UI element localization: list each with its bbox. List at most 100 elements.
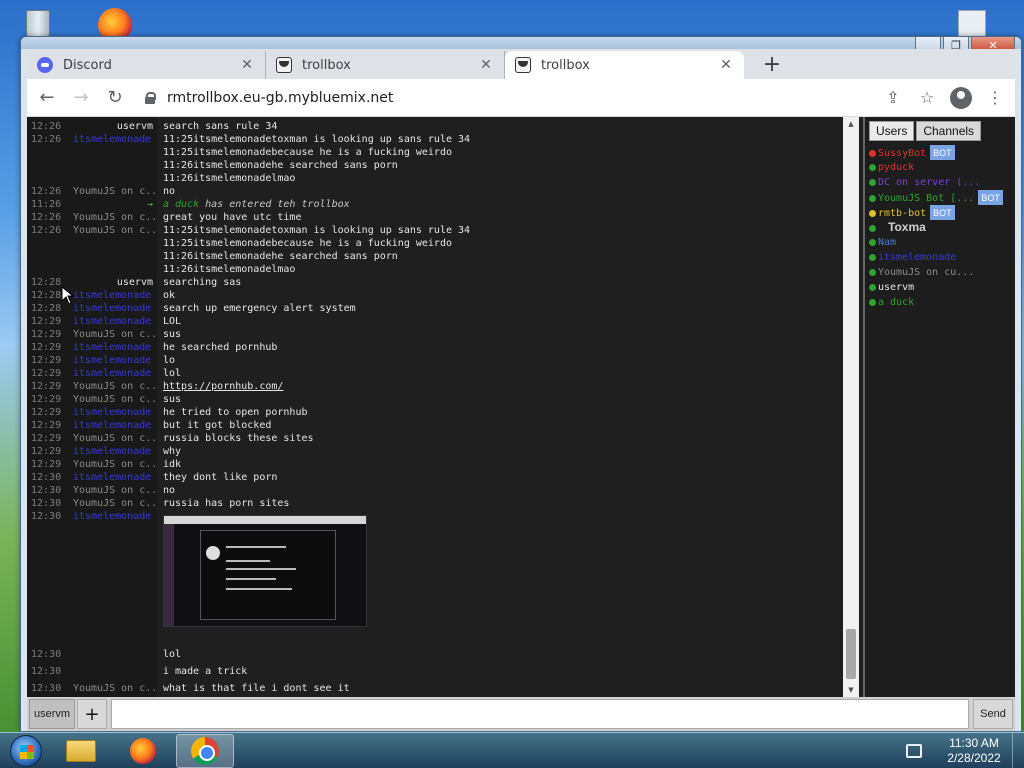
tab-channels[interactable]: Channels (916, 121, 982, 141)
taskbar-chrome[interactable] (176, 733, 234, 768)
message-text: search sans rule 34 (163, 121, 278, 132)
share-icon[interactable]: ⇪ (881, 86, 905, 110)
window-frame (21, 37, 1021, 49)
message-nick[interactable]: → (69, 199, 153, 210)
sidebar-tabs: Users Channels (865, 117, 1015, 141)
message-nick[interactable]: YoumuJS on c... (73, 394, 157, 405)
user-list-item[interactable]: YoumuJS on cu... (869, 265, 1015, 280)
message-nick[interactable]: YoumuJS on c... (73, 381, 157, 392)
message-text: https://pornhub.com/ (163, 381, 283, 392)
send-button[interactable]: Send (973, 699, 1013, 729)
user-list-item[interactable]: YoumuJS Bot [... BOT (869, 190, 1015, 205)
user-list-item[interactable]: DC on server (... (869, 175, 1015, 190)
message-nick[interactable]: itsmelemonade (73, 446, 157, 457)
taskbar-firefox[interactable] (114, 734, 172, 768)
user-name: pyduck (878, 162, 915, 173)
message-nick[interactable]: uservm (69, 121, 153, 132)
chat-message: 12:29 YoumuJS on c... russia blocks these … (27, 433, 847, 446)
message-nick[interactable]: itsmelemonade (73, 420, 157, 431)
recycle-bin-icon[interactable] (20, 6, 56, 40)
user-list-item[interactable]: rmtb-bot BOT (869, 205, 1015, 220)
forward-button[interactable]: → (67, 84, 95, 112)
message-nick[interactable]: YoumuJS on c... (73, 459, 157, 470)
message-time: 12:29 (31, 407, 62, 418)
show-desktop-button[interactable] (1012, 732, 1024, 768)
tab-trollbox-2[interactable]: trollbox ✕ (505, 51, 744, 79)
message-nick[interactable]: itsmelemonade (73, 290, 157, 301)
message-text: they dont like porn (163, 472, 278, 483)
chat-message: 11:26itsmelemonadelmao (27, 173, 847, 186)
tab-close-icon[interactable]: ✕ (718, 57, 734, 73)
message-nick[interactable]: YoumuJS on c... (73, 329, 157, 340)
bookmark-star-icon[interactable]: ☆ (915, 86, 939, 110)
message-link[interactable]: https://pornhub.com/ (163, 381, 283, 392)
message-nick[interactable]: uservm (69, 277, 153, 288)
message-nick[interactable]: itsmelemonade (73, 355, 157, 366)
message-time: 12:28 (31, 277, 62, 288)
message-input[interactable] (111, 699, 969, 729)
tab-users[interactable]: Users (869, 121, 915, 141)
user-list-item[interactable]: uservm (869, 280, 1015, 295)
toolbar-actions: ⇪ ☆ ⋮ (881, 86, 1015, 110)
scroll-down-arrow-icon[interactable]: ▼ (843, 683, 859, 697)
user-list-item[interactable]: itsmelemonade (869, 250, 1015, 265)
message-nick[interactable]: itsmelemonade (73, 368, 157, 379)
nickname-button[interactable]: uservm (29, 699, 75, 729)
tab-close-icon[interactable]: ✕ (239, 57, 255, 73)
taskbar-explorer[interactable] (52, 734, 110, 768)
tab-trollbox-1[interactable]: trollbox ✕ (266, 51, 505, 79)
message-nick[interactable]: itsmelemonade (73, 316, 157, 327)
troll-icon (276, 57, 292, 73)
chat-message: 12:29 itsmelemonade LOL (27, 316, 847, 329)
user-list-item[interactable]: a duck (869, 295, 1015, 310)
message-nick[interactable]: YoumuJS on c... (73, 212, 157, 223)
chat-image-attachment[interactable] (163, 515, 367, 627)
chat-log[interactable]: 12:26 uservm search sans rule 34 12:26 itsme… (27, 117, 861, 697)
user-list-item[interactable]: Nam (869, 235, 1015, 250)
clock[interactable]: 11:30 AM 2/28/2022 (936, 736, 1012, 766)
reload-button[interactable]: ↻ (101, 84, 129, 112)
windows-taskbar: 11:30 AM 2/28/2022 (0, 732, 1024, 768)
message-nick[interactable]: itsmelemonade (73, 342, 157, 353)
message-nick[interactable]: YoumuJS on c... (73, 498, 157, 509)
back-button[interactable]: ← (33, 84, 61, 112)
message-nick[interactable]: itsmelemonade (73, 134, 157, 145)
user-list-item[interactable]: SussyBot BOT (869, 145, 1015, 160)
chat-message: 12:26 itsmelemonade 11:25itsmelemonadetoxm… (27, 134, 847, 147)
scroll-thumb[interactable] (846, 629, 856, 679)
message-text: lol (163, 368, 182, 379)
attach-button[interactable]: + (77, 699, 107, 729)
message-nick[interactable]: YoumuJS on c... (73, 485, 157, 496)
chat-scrollbar[interactable]: ▲ ▼ (843, 117, 859, 697)
address-bar[interactable]: rmtrollbox.eu-gb.mybluemix.net (137, 82, 827, 113)
message-nick[interactable]: itsmelemonade (73, 303, 157, 314)
tab-close-icon[interactable]: ✕ (478, 57, 494, 73)
tab-title: trollbox (302, 57, 351, 73)
user-name: DC on server (... (878, 177, 981, 188)
tab-discord[interactable]: Discord ✕ (27, 51, 266, 79)
user-list-item[interactable]: pyduck (869, 160, 1015, 175)
message-nick[interactable]: YoumuJS on c... (73, 683, 157, 694)
profile-avatar[interactable] (949, 86, 973, 110)
network-icon[interactable] (906, 743, 922, 758)
message-time: 12:29 (31, 316, 62, 327)
firefox-icon (130, 737, 156, 764)
message-nick[interactable]: YoumuJS on c... (73, 186, 157, 197)
windows-logo-icon (10, 734, 42, 767)
user-name: uservm (878, 282, 915, 293)
new-tab-button[interactable]: + (758, 50, 786, 78)
chat-message: 12:29 YoumuJS on c... https://pornhub.com/ (27, 381, 847, 394)
clock-time: 11:30 AM (949, 735, 999, 750)
message-nick[interactable]: itsmelemonade (73, 407, 157, 418)
message-text: idk (163, 459, 182, 470)
user-list-item[interactable]: Toxma (869, 220, 1015, 235)
message-nick[interactable]: itsmelemonade (73, 472, 157, 483)
message-text: searching sas (163, 277, 242, 288)
menu-kebab-icon[interactable]: ⋮ (983, 86, 1007, 110)
message-nick[interactable]: itsmelemonade (73, 511, 157, 522)
scroll-up-arrow-icon[interactable]: ▲ (843, 117, 859, 131)
message-nick[interactable]: YoumuJS on c... (73, 225, 157, 236)
message-nick[interactable]: YoumuJS on c... (73, 433, 157, 444)
start-button[interactable] (4, 733, 48, 768)
message-time: 12:29 (31, 394, 62, 405)
